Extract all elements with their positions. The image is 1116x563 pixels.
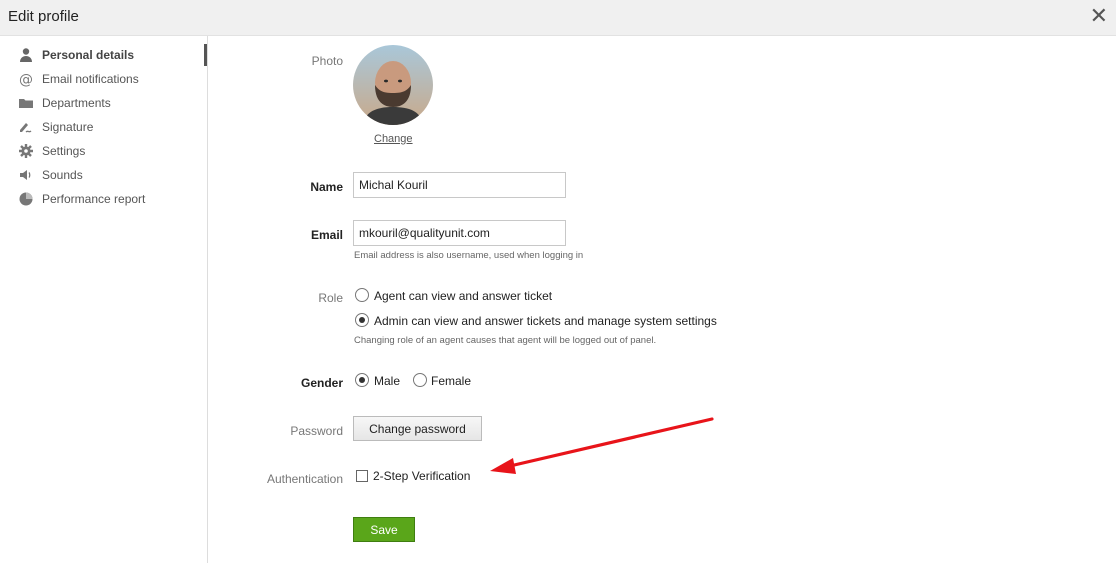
- gender-female-radio[interactable]: [413, 373, 427, 387]
- role-admin-radio[interactable]: [355, 313, 369, 327]
- at-sign-icon: @: [19, 72, 33, 87]
- active-indicator: [204, 44, 207, 66]
- sidebar-item-personal-details[interactable]: Personal details: [0, 43, 207, 67]
- role-label: Role: [318, 291, 343, 305]
- sidebar-item-label: Personal details: [42, 48, 135, 62]
- photo-label: Photo: [311, 54, 343, 68]
- role-hint: Changing role of an agent causes that ag…: [354, 335, 657, 346]
- sidebar-item-signature[interactable]: Signature: [0, 115, 207, 139]
- password-label: Password: [290, 424, 343, 438]
- close-icon[interactable]: ✕: [1090, 5, 1108, 27]
- sidebar-item-label: Departments: [42, 96, 111, 110]
- role-agent-radio[interactable]: [355, 288, 369, 302]
- change-photo-link[interactable]: Change: [374, 133, 413, 145]
- sidebar-item-settings[interactable]: Settings: [0, 139, 207, 163]
- email-hint: Email address is also username, used whe…: [354, 250, 584, 261]
- gender-female-label: Female: [431, 374, 472, 388]
- sidebar-item-label: Sounds: [42, 168, 83, 182]
- speaker-icon: [20, 170, 31, 180]
- sidebar-item-label: Performance report: [42, 192, 146, 206]
- sidebar-item-label: Settings: [42, 144, 86, 158]
- pie-chart-icon: [19, 192, 33, 206]
- sidebar-item-label: Email notifications: [42, 72, 139, 86]
- role-agent-label: Agent can view and answer ticket: [374, 289, 553, 303]
- save-button[interactable]: Save: [353, 517, 415, 542]
- svg-text:@: @: [19, 72, 33, 87]
- gender-male-label: Male: [374, 374, 401, 388]
- avatar: [353, 45, 433, 125]
- gender-label: Gender: [300, 376, 343, 390]
- email-field[interactable]: [353, 220, 566, 246]
- authentication-label: Authentication: [266, 472, 343, 486]
- sidebar: Personal details @ Email notifications D…: [0, 36, 208, 563]
- name-label: Name: [310, 180, 343, 194]
- sidebar-item-email-notifications[interactable]: @ Email notifications: [0, 67, 207, 91]
- red-arrow-annotation: [490, 417, 714, 474]
- name-field[interactable]: [353, 172, 566, 198]
- person-icon: [20, 48, 32, 62]
- two-step-verification-label: 2-Step Verification: [373, 469, 471, 483]
- sidebar-item-label: Signature: [42, 120, 94, 134]
- sidebar-item-departments[interactable]: Departments: [0, 91, 207, 115]
- sidebar-item-performance-report[interactable]: Performance report: [0, 187, 207, 211]
- role-admin-label: Admin can view and answer tickets and ma…: [374, 314, 717, 328]
- folder-icon: [19, 99, 33, 108]
- change-password-button[interactable]: Change password: [353, 416, 482, 441]
- two-step-verification-checkbox[interactable]: [356, 470, 368, 482]
- dialog-title: Edit profile: [8, 8, 79, 25]
- gear-icon: [19, 144, 33, 158]
- email-label: Email: [310, 228, 343, 242]
- dialog-header: Edit profile ✕: [0, 0, 1116, 36]
- sidebar-item-sounds[interactable]: Sounds: [0, 163, 207, 187]
- gender-male-radio[interactable]: [355, 373, 369, 387]
- signature-icon: [20, 123, 32, 133]
